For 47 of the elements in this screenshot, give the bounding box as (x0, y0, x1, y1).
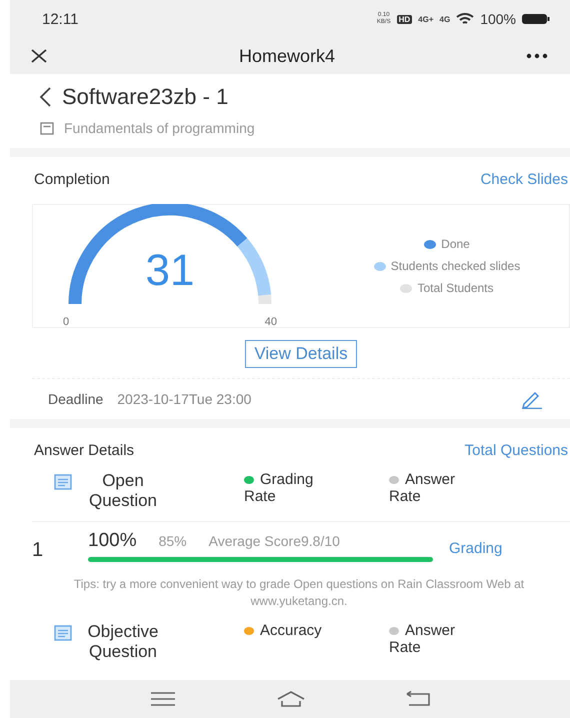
check-slides-link[interactable]: Check Slides (480, 171, 568, 188)
battery-percent: 100% (480, 11, 516, 27)
deadline-value: 2023-10-17Tue 23:00 (117, 391, 252, 407)
deadline-label: Deadline (48, 391, 104, 407)
grading-rate: 100% (88, 530, 137, 552)
total-questions-link[interactable]: Total Questions (464, 442, 568, 459)
legend-label: Students checked slides (390, 259, 520, 273)
question-type-title: Objective Question (86, 622, 160, 662)
document-icon (40, 122, 54, 134)
metric-label: Answer Rate (389, 622, 456, 656)
page-title: Homework4 (238, 46, 336, 66)
close-icon[interactable] (30, 47, 48, 65)
wifi-icon (456, 12, 474, 26)
average-score: Average Score9.8/10 (208, 533, 340, 549)
back-icon[interactable] (404, 691, 431, 707)
hd-badge: HD (396, 14, 412, 24)
course-name: Fundamentals of programming (64, 120, 255, 136)
gauge-min-label: 0 (63, 316, 70, 328)
gauge-track (258, 294, 272, 304)
legend-label: Done (441, 237, 470, 251)
view-details-button[interactable]: View Details (245, 340, 357, 368)
clock-time: 12:11 (42, 10, 78, 28)
pencil-icon[interactable] (520, 389, 544, 409)
tip-text: Tips: try a more convenient way to grade Open questions on Rain Classroom Web at www.yuketang.cn. (72, 576, 526, 610)
metric-label: Accuracy (260, 622, 322, 639)
grading-link[interactable]: Grading (449, 536, 502, 556)
document-icon (54, 625, 72, 641)
signal-label: 4G (440, 14, 450, 24)
document-icon (54, 474, 72, 490)
back-icon[interactable] (38, 86, 52, 108)
question-number: 1 (32, 538, 44, 562)
metric-label: Grading Rate (244, 471, 314, 505)
question-type-title: Open Question (88, 471, 158, 511)
class-name: Software23zb - 1 (62, 84, 228, 110)
gauge-value: 31 (144, 246, 196, 296)
section-title: Answer Details (34, 442, 134, 459)
gauge-max-label: 40 (264, 316, 277, 328)
signal-label: 4G+ (418, 14, 434, 24)
answer-rate: 85% (158, 533, 187, 549)
battery-icon (522, 13, 550, 25)
metric-label: Answer Rate (389, 471, 456, 505)
section-title: Completion (34, 171, 110, 188)
home-icon[interactable] (276, 690, 306, 708)
more-icon[interactable] (526, 53, 548, 59)
gauge-checked-arc (237, 238, 271, 296)
menu-icon[interactable] (149, 691, 178, 707)
legend-label: Total Students (417, 281, 494, 295)
